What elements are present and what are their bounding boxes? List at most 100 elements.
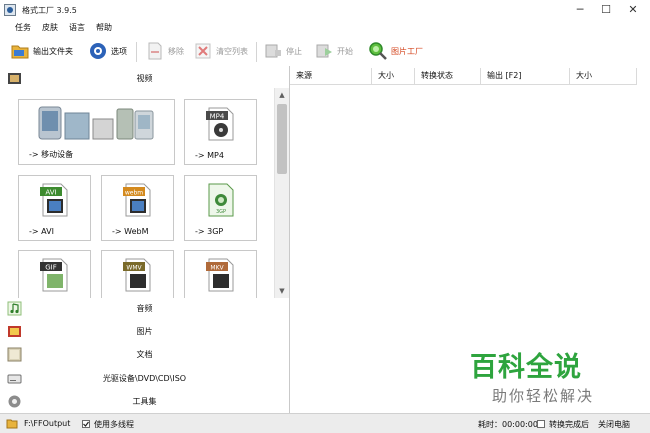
options-label: 选项 [111,46,127,56]
picture-factory-button[interactable]: 图片工厂 [368,40,423,62]
menu-help[interactable]: 帮助 [96,22,112,33]
output-folder-button[interactable]: 输出文件夹 [10,40,73,62]
clear-list-label: 清空列表 [216,46,248,56]
stop-label: 停止 [286,46,302,56]
menu-language[interactable]: 语言 [69,22,85,33]
remove-label: 移除 [168,46,184,56]
start-play-icon [314,41,334,61]
magnifier-icon [368,41,388,61]
category-tools-label: 工具集 [132,397,157,406]
avi-badge: AVI [45,189,56,197]
mkv-badge: MKV [210,265,224,272]
tile-mobile-label: -> 移动设备 [29,150,74,159]
category-document[interactable]: 文档 [0,344,289,366]
watermark-main: 百科全说 [470,352,582,383]
stop-button[interactable]: 停止 [263,40,302,62]
status-bar: F:\FFOutput 使用多线程 耗时：00:00:00 转换完成后 关闭电脑 [0,413,650,433]
category-document-label: 文档 [136,350,153,359]
menu-task[interactable]: 任务 [15,22,31,33]
start-button[interactable]: 开始 [314,40,353,62]
category-tools[interactable]: 工具集 [0,391,289,413]
wmv-file-icon: WMV [122,258,150,292]
watermark: 百科全说 助你轻松解决 [470,345,620,406]
start-label: 开始 [337,46,353,56]
remove-button[interactable]: 移除 [145,40,184,62]
tile-webm[interactable]: webm -> WebM [101,175,174,241]
column-size[interactable]: 大小 [372,68,415,84]
tile-webm-label: -> WebM [112,227,149,236]
gif-file-icon: GIF [39,258,67,292]
format-grid: -> 移动设备 MP4 -> MP4 AVI -> AVI webm -> We… [0,88,274,298]
mkv-file-icon: MKV [205,258,233,292]
options-gear-icon [88,41,108,61]
format-grid-scrollbar[interactable]: ▲ ▼ [274,88,289,298]
output-path[interactable]: F:\FFOutput [24,419,70,428]
column-output[interactable]: 输出 [F2] [481,68,570,84]
app-logo-icon [4,4,16,16]
3gp-file-icon: 3GP [208,183,233,217]
output-folder-icon [6,419,18,429]
tile-mp4-label: -> MP4 [195,151,224,160]
tile-3gp-label: -> 3GP [195,227,224,236]
wmv-badge: WMV [126,265,142,272]
category-picture[interactable]: 图片 [0,321,289,343]
output-folder-label: 输出文件夹 [33,46,73,56]
tile-avi-label: -> AVI [29,227,54,236]
scroll-thumb[interactable] [277,104,287,174]
after-convert-label: 转换完成后 [549,420,589,429]
maximize-button[interactable]: ☐ [595,2,617,18]
toolbar: 输出文件夹 选项 移除 清空列表 停止 开始 图片工厂 [0,36,650,66]
category-video[interactable]: 视频 [0,68,289,90]
task-list-header: 来源 大小 转换状态 输出 [F2] 大小 [290,66,637,85]
watermark-sub: 助你轻松解决 [492,387,595,405]
tile-3gp[interactable]: 3GP -> 3GP [184,175,257,241]
category-audio-label: 音频 [136,304,153,313]
clear-x-icon [193,41,213,61]
clear-list-button[interactable]: 清空列表 [193,40,248,62]
category-video-label: 视频 [136,74,153,83]
tile-mkv[interactable]: MKV [184,250,257,298]
column-output-size[interactable]: 大小 [570,68,637,84]
webm-badge: webm [124,190,142,197]
menu-bar: 任务 皮肤 语言 帮助 [0,21,650,36]
elapsed-time: 耗时：00:00:00 [478,420,538,429]
column-status[interactable]: 转换状态 [415,68,481,84]
document-remove-icon [145,41,165,61]
toolbar-divider [256,42,257,62]
mobile-devices-icon [38,106,153,140]
category-rom-label: 光驱设备\DVD\CD\ISO [102,374,187,383]
title-bar: 格式工厂 3.9.5 ─ ☐ ✕ [0,0,650,21]
multithread-label: 使用多线程 [94,420,134,429]
checkmark-icon [83,421,89,427]
tile-mp4[interactable]: MP4 -> MP4 [184,99,257,165]
gif-badge: GIF [45,264,57,272]
tile-avi[interactable]: AVI -> AVI [18,175,91,241]
options-button[interactable]: 选项 [88,40,127,62]
category-panel: 视频 -> 移动设备 MP4 -> MP4 AVI -> AVI webm ->… [0,66,290,413]
webm-file-icon: webm [122,183,150,217]
multithread-checkbox[interactable] [82,420,90,428]
minimize-button[interactable]: ─ [569,2,591,18]
mp4-badge: MP4 [209,113,224,121]
column-source[interactable]: 来源 [290,68,372,84]
folder-icon [10,41,30,61]
picture-factory-label: 图片工厂 [391,46,423,56]
mp4-file-icon: MP4 [205,107,233,141]
avi-file-icon: AVI [39,183,67,217]
window-title: 格式工厂 3.9.5 [22,6,77,15]
close-button[interactable]: ✕ [622,2,644,18]
category-rom-device[interactable]: 光驱设备\DVD\CD\ISO [0,368,289,390]
scroll-up-icon[interactable]: ▲ [275,88,289,102]
tile-wmv[interactable]: WMV [101,250,174,298]
tile-mobile-device[interactable]: -> 移动设备 [18,99,175,165]
3gp-badge: 3GP [215,209,225,215]
scroll-down-icon[interactable]: ▼ [275,284,289,298]
shutdown-option[interactable]: 关闭电脑 [598,419,630,430]
category-audio[interactable]: 音频 [0,298,289,320]
menu-skin[interactable]: 皮肤 [42,22,58,33]
after-convert-checkbox[interactable] [537,420,545,428]
toolbar-divider [136,42,137,62]
category-picture-label: 图片 [136,327,153,336]
stop-icon [263,41,283,61]
tile-gif[interactable]: GIF [18,250,91,298]
